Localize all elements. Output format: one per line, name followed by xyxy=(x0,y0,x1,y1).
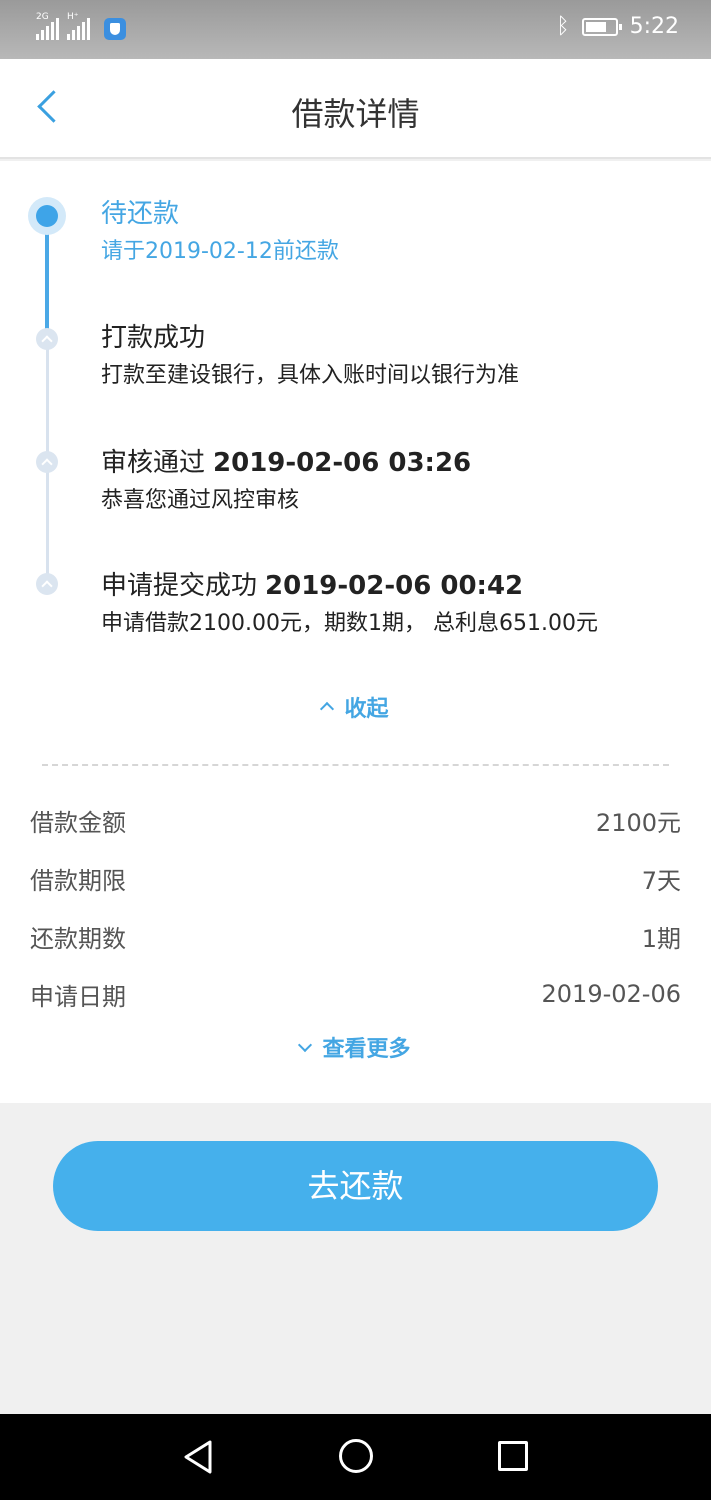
collapse-label: 收起 xyxy=(344,697,389,722)
step-title: 打款成功 xyxy=(101,323,206,353)
view-more-button[interactable]: 查看更多 xyxy=(0,1031,711,1063)
clock: 5:22 xyxy=(629,14,679,39)
view-more-label: 查看更多 xyxy=(322,1037,411,1062)
info-label: 还款期数 xyxy=(30,924,126,953)
header: 借款详情 xyxy=(0,59,711,159)
info-row-amount: 借款金额 2100元 xyxy=(30,791,681,849)
loan-detail-card: 待还款 请于2019-02-12前还款 打款成功 打款至建设银行，具体入账时间以… xyxy=(0,161,711,1103)
step-desc: 申请借款2100.00元，期数1期， 总利息651.00元 xyxy=(101,611,598,636)
bluetooth-icon: ᛒ xyxy=(556,14,570,39)
step-title: 申请提交成功 xyxy=(101,571,258,601)
timeline-step-approved: 审核通过 2019-02-06 03:26 恭喜您通过风控审核 xyxy=(101,446,471,516)
repay-button[interactable]: 去还款 xyxy=(53,1141,658,1231)
page-title: 借款详情 xyxy=(291,95,420,133)
security-shield-icon xyxy=(104,18,126,40)
nav-back-icon[interactable] xyxy=(182,1440,214,1474)
info-value: 2100元 xyxy=(595,808,681,837)
status-right: ᛒ 5:22 xyxy=(556,14,679,39)
divider xyxy=(42,764,669,766)
nav-home-icon[interactable] xyxy=(339,1439,373,1473)
collapse-button[interactable]: 收起 xyxy=(0,691,711,723)
timeline-dot-icon xyxy=(36,573,58,595)
step-desc: 恭喜您通过风控审核 xyxy=(101,488,300,513)
status-left: 2G H⁺ xyxy=(36,12,126,40)
info-value: 1期 xyxy=(641,924,681,953)
battery-icon xyxy=(581,17,622,36)
loan-info-list: 借款金额 2100元 借款期限 7天 还款期数 1期 申请日期 2019-02-… xyxy=(30,791,681,1023)
step-desc: 打款至建设银行，具体入账时间以银行为准 xyxy=(101,363,520,388)
step-time: 2019-02-06 00:42 xyxy=(265,571,524,601)
status-bar: 2G H⁺ ᛒ 5:22 xyxy=(0,0,711,59)
info-row-periods: 还款期数 1期 xyxy=(30,907,681,965)
step-time: 2019-02-06 03:26 xyxy=(213,448,472,478)
signal-icon-2: H⁺ xyxy=(67,12,90,40)
timeline-dot-icon xyxy=(36,451,58,473)
info-value: 2019-02-06 xyxy=(541,980,681,1008)
step-heading: 申请提交成功 2019-02-06 00:42 xyxy=(101,569,598,603)
info-label: 申请日期 xyxy=(30,982,126,1011)
timeline-step-paid: 打款成功 打款至建设银行，具体入账时间以银行为准 xyxy=(101,321,519,391)
timeline-dot-active-icon xyxy=(28,197,66,235)
timeline-step-pending: 待还款 请于2019-02-12前还款 xyxy=(101,197,339,267)
signal-icon-1: 2G xyxy=(36,12,59,40)
step-title: 待还款 xyxy=(101,199,180,229)
timeline-dot-icon xyxy=(36,328,58,350)
network-type-2: H⁺ xyxy=(67,12,79,22)
timeline-step-submitted: 申请提交成功 2019-02-06 00:42 申请借款2100.00元，期数1期… xyxy=(101,569,598,639)
step-title: 审核通过 xyxy=(101,448,206,478)
info-row-term: 借款期限 7天 xyxy=(30,849,681,907)
chevron-down-icon xyxy=(298,1037,313,1053)
info-label: 借款金额 xyxy=(30,808,126,837)
system-nav-bar xyxy=(0,1414,711,1500)
info-row-apply-date: 申请日期 2019-02-06 xyxy=(30,965,681,1023)
step-heading: 审核通过 2019-02-06 03:26 xyxy=(101,446,471,480)
info-label: 借款期限 xyxy=(30,866,126,895)
chevron-up-icon xyxy=(320,701,335,717)
network-type-1: 2G xyxy=(36,12,49,22)
nav-recent-apps-icon[interactable] xyxy=(498,1441,528,1471)
step-desc: 请于2019-02-12前还款 xyxy=(101,239,339,264)
info-value: 7天 xyxy=(641,866,681,895)
